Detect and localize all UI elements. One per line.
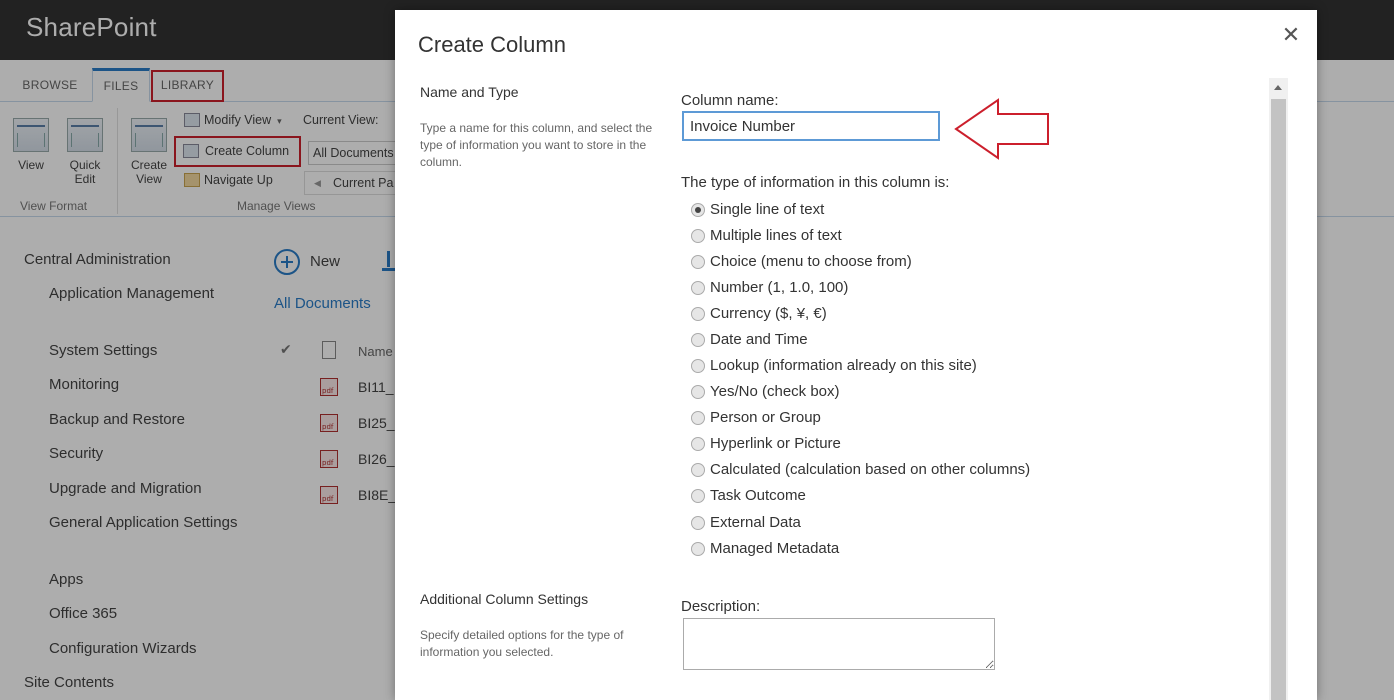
- radio-button[interactable]: [691, 307, 705, 321]
- radio-managed-metadata[interactable]: Managed Metadata: [691, 539, 839, 559]
- type-of-information-label: The type of information in this column i…: [681, 174, 950, 191]
- radio-button[interactable]: [691, 255, 705, 269]
- radio-label: Yes/No (check box): [710, 383, 840, 400]
- radio-label: Task Outcome: [710, 487, 806, 504]
- close-icon[interactable]: ✕: [1278, 22, 1304, 48]
- radio-button[interactable]: [691, 385, 705, 399]
- radio-choice[interactable]: Choice (menu to choose from): [691, 252, 912, 272]
- column-name-label: Column name:: [681, 92, 779, 109]
- radio-label: Date and Time: [710, 331, 808, 348]
- radio-button[interactable]: [691, 333, 705, 347]
- description-label: Description:: [681, 598, 761, 615]
- radio-label: External Data: [710, 514, 801, 531]
- arrow-left-icon: [954, 98, 1049, 160]
- radio-button[interactable]: [691, 542, 705, 556]
- radio-multiple-lines-of-text[interactable]: Multiple lines of text: [691, 226, 842, 246]
- radio-external-data[interactable]: External Data: [691, 513, 801, 533]
- radio-button[interactable]: [691, 203, 705, 217]
- column-name-input[interactable]: [682, 111, 940, 141]
- radio-button[interactable]: [691, 463, 705, 477]
- description-textarea[interactable]: [683, 618, 995, 670]
- dialog-scrollbar[interactable]: [1269, 78, 1288, 700]
- radio-label: Multiple lines of text: [710, 227, 842, 244]
- radio-label: Lookup (information already on this site…: [710, 357, 977, 374]
- radio-label: Person or Group: [710, 409, 821, 426]
- additional-settings-heading: Additional Column Settings: [420, 591, 589, 607]
- name-and-type-heading: Name and Type: [420, 84, 519, 100]
- radio-button[interactable]: [691, 359, 705, 373]
- radio-label: Single line of text: [710, 201, 825, 218]
- radio-label: Choice (menu to choose from): [710, 253, 912, 270]
- radio-date-and-time[interactable]: Date and Time: [691, 330, 808, 350]
- radio-single-line-of-text[interactable]: Single line of text: [691, 200, 824, 220]
- additional-settings-description: Specify detailed options for the type of…: [420, 628, 624, 659]
- radio-calculated[interactable]: Calculated (calculation based on other c…: [691, 460, 1030, 480]
- scrollbar-thumb[interactable]: [1271, 99, 1286, 700]
- radio-button[interactable]: [691, 489, 705, 503]
- radio-task-outcome[interactable]: Task Outcome: [691, 486, 806, 506]
- dialog-title: Create Column: [418, 32, 566, 57]
- radio-label: Hyperlink or Picture: [710, 435, 841, 452]
- radio-button[interactable]: [691, 411, 705, 425]
- radio-yes-no[interactable]: Yes/No (check box): [691, 382, 840, 402]
- radio-label: Number (1, 1.0, 100): [710, 279, 849, 296]
- radio-number[interactable]: Number (1, 1.0, 100): [691, 278, 848, 298]
- radio-label: Currency ($, ¥, €): [710, 305, 827, 322]
- radio-currency[interactable]: Currency ($, ¥, €): [691, 304, 827, 324]
- name-and-type-description: Type a name for this column, and select …: [420, 121, 653, 169]
- radio-button[interactable]: [691, 437, 705, 451]
- radio-hyperlink-or-picture[interactable]: Hyperlink or Picture: [691, 434, 841, 454]
- scroll-up-arrow-icon[interactable]: [1269, 78, 1288, 97]
- radio-label: Managed Metadata: [710, 540, 840, 557]
- radio-lookup[interactable]: Lookup (information already on this site…: [691, 356, 977, 376]
- create-column-dialog: Create Column ✕ Name and Type Type a nam…: [395, 10, 1317, 700]
- radio-person-or-group[interactable]: Person or Group: [691, 408, 821, 428]
- radio-button[interactable]: [691, 281, 705, 295]
- radio-button[interactable]: [691, 516, 705, 530]
- radio-label: Calculated (calculation based on other c…: [710, 461, 1031, 478]
- radio-button[interactable]: [691, 229, 705, 243]
